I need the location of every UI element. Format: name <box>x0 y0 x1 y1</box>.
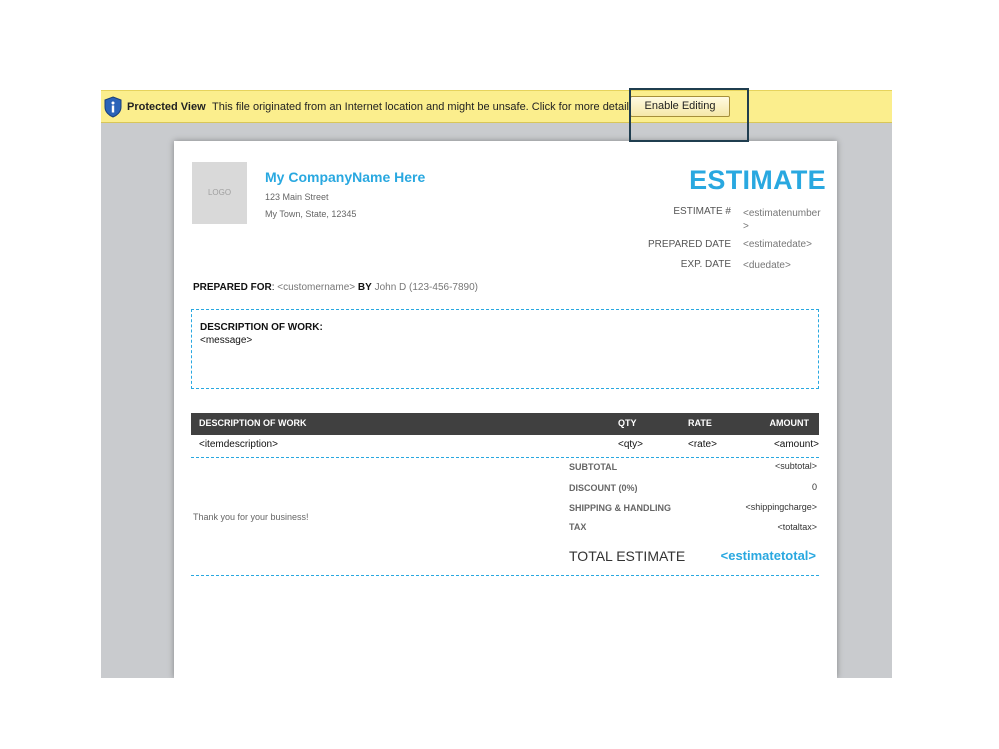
discount-label: DISCOUNT (0%) <box>569 483 638 493</box>
prepared-date-label: PREPARED DATE <box>648 239 731 250</box>
total-estimate-value: <estimatetotal> <box>720 548 816 563</box>
cell-rate: <rate> <box>688 439 717 450</box>
thank-you-note: Thank you for your business! <box>193 512 309 522</box>
table-row: <itemdescription> <qty> <rate> <amount> <box>191 435 819 456</box>
document-page: LOGO My CompanyName Here 123 Main Street… <box>174 141 837 678</box>
company-address-line1: 123 Main Street <box>265 192 329 202</box>
preparer-name: John D (123-456-7890) <box>374 282 478 293</box>
cell-item-description: <itemdescription> <box>199 439 278 450</box>
prepared-for-label: PREPARED FOR <box>193 282 272 293</box>
prepared-for-line: PREPARED FOR: <customername> BY John D (… <box>193 282 478 293</box>
discount-value: 0 <box>811 482 817 492</box>
enable-editing-highlight <box>629 88 749 142</box>
by-label: BY <box>357 282 372 293</box>
tax-value: <totaltax> <box>777 522 817 532</box>
total-estimate-label: TOTAL ESTIMATE <box>569 548 686 564</box>
estimate-title: ESTIMATE <box>689 165 826 195</box>
subtotal-label: SUBTOTAL <box>569 462 618 472</box>
description-of-work-box: DESCRIPTION OF WORK: <message> <box>191 309 819 389</box>
protected-view-title: Protected View <box>127 101 206 113</box>
exp-date-label: EXP. DATE <box>680 259 731 270</box>
estimate-number-label: ESTIMATE # <box>673 206 731 217</box>
cell-amount: <amount> <box>773 439 819 450</box>
protected-view-message[interactable]: This file originated from an Internet lo… <box>212 101 638 113</box>
header-amount: AMOUNT <box>769 418 810 428</box>
description-heading: DESCRIPTION OF WORK: <box>200 322 323 333</box>
company-address-line2: My Town, State, 12345 <box>265 209 357 219</box>
subtotal-value: <subtotal> <box>774 461 817 471</box>
prepared-date-value: <estimatedate> <box>743 239 812 250</box>
exp-date-value: <duedate> <box>743 260 791 271</box>
prepared-for-colon: : <box>271 282 275 293</box>
customer-name: <customername> <box>277 282 356 293</box>
table-divider <box>191 457 819 458</box>
totals-divider <box>191 575 819 576</box>
estimate-number-value: <estimatenumber > <box>743 208 821 232</box>
shipping-label: SHIPPING & HANDLING <box>569 503 672 513</box>
header-rate: RATE <box>688 418 712 428</box>
document-window: Protected View This file originated from… <box>101 90 892 678</box>
cell-qty: <qty> <box>618 439 644 450</box>
description-message: <message> <box>200 335 253 346</box>
shield-info-icon <box>104 96 122 118</box>
shipping-value: <shippingcharge> <box>745 502 817 512</box>
header-description: DESCRIPTION OF WORK <box>199 418 307 428</box>
header-qty: QTY <box>618 418 637 428</box>
tax-label: TAX <box>569 522 587 532</box>
items-table-header: DESCRIPTION OF WORK QTY RATE AMOUNT <box>191 413 819 435</box>
company-name: My CompanyName Here <box>265 169 426 185</box>
company-logo: LOGO <box>192 162 247 224</box>
protected-view-bar: Protected View This file originated from… <box>101 90 892 123</box>
